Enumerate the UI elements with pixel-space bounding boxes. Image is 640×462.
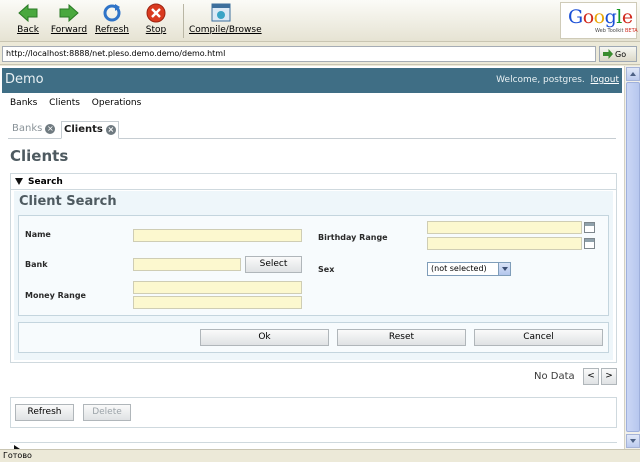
- logo-subtitle: Web Toolkit: [595, 28, 624, 34]
- search-panel-body: Client Search Name Bank Select Money Ran…: [14, 191, 613, 360]
- toolbar-separator: [183, 4, 184, 38]
- go-button[interactable]: Go: [599, 46, 637, 62]
- stop-icon: [145, 3, 167, 23]
- calendar-icon[interactable]: [584, 238, 595, 249]
- search-actions: Ok Reset Cancel: [18, 322, 609, 353]
- scroll-thumb[interactable]: [626, 82, 640, 432]
- bank-label: Bank: [25, 260, 48, 269]
- client-search-title: Client Search: [19, 194, 117, 209]
- close-icon[interactable]: ×: [105, 125, 116, 135]
- app-title: Demo: [5, 72, 44, 87]
- menu-item-clients[interactable]: Clients: [49, 98, 80, 108]
- page-title: Clients: [10, 147, 69, 165]
- logout-link[interactable]: logout: [591, 75, 619, 85]
- birthday-range-label: Birthday Range: [318, 233, 388, 242]
- scroll-up-icon[interactable]: [626, 67, 640, 81]
- collapsed-panel[interactable]: [10, 442, 617, 449]
- search-panel-header[interactable]: Search: [11, 174, 616, 190]
- back-arrow-icon: [17, 3, 39, 23]
- money-range-label: Money Range: [25, 291, 86, 300]
- money-from-input[interactable]: [133, 281, 302, 294]
- name-input[interactable]: [133, 229, 302, 242]
- refresh-grid-button[interactable]: Refresh: [15, 404, 74, 421]
- forward-arrow-icon: [58, 3, 80, 23]
- page-viewport: Demo Welcome, postgres. logout Banks Cli…: [0, 66, 624, 449]
- app-header: Demo Welcome, postgres. logout: [2, 68, 622, 93]
- vertical-scrollbar[interactable]: [624, 66, 640, 449]
- sex-select[interactable]: (not selected): [427, 262, 511, 276]
- name-label: Name: [25, 230, 51, 239]
- google-web-toolkit-logo: Google Web Toolkit BETA: [560, 2, 638, 39]
- tab-bar: Banks × Clients ×: [8, 120, 616, 139]
- collapse-triangle-icon: [15, 178, 23, 185]
- next-page-button[interactable]: >: [601, 368, 617, 385]
- back-button[interactable]: Back: [8, 3, 48, 35]
- stop-button[interactable]: Stop: [140, 3, 172, 35]
- refresh-button[interactable]: Refresh: [92, 3, 132, 35]
- menu-item-operations[interactable]: Operations: [92, 98, 141, 108]
- refresh-icon: [101, 3, 123, 23]
- ok-button[interactable]: Ok: [200, 329, 329, 346]
- browser-toolbar: Back Forward Refresh Stop Compile/Browse…: [0, 0, 640, 42]
- search-panel: Search Client Search Name Bank Select Mo…: [10, 173, 617, 363]
- compile-browse-button[interactable]: Compile/Browse: [189, 3, 262, 35]
- chevron-down-icon[interactable]: [498, 263, 510, 275]
- cancel-button[interactable]: Cancel: [474, 329, 603, 346]
- status-bar: Готово: [0, 449, 640, 462]
- compile-browse-icon: [210, 3, 232, 23]
- go-arrow-icon: [603, 49, 613, 59]
- url-input[interactable]: http://localhost:8888/net.pleso.demo.dem…: [2, 46, 596, 62]
- tab-banks[interactable]: Banks ×: [10, 121, 57, 139]
- no-data-text: No Data: [534, 371, 575, 382]
- birthday-to-input[interactable]: [427, 237, 582, 250]
- tab-clients[interactable]: Clients ×: [61, 121, 119, 139]
- grid-action-bar: Refresh Delete: [10, 397, 617, 428]
- calendar-icon[interactable]: [584, 222, 595, 233]
- welcome-area: Welcome, postgres. logout: [496, 75, 619, 85]
- money-to-input[interactable]: [133, 296, 302, 309]
- prev-page-button[interactable]: <: [583, 368, 599, 385]
- birthday-from-input[interactable]: [427, 221, 582, 234]
- sex-label: Sex: [318, 265, 335, 274]
- reset-button[interactable]: Reset: [337, 329, 466, 346]
- main-menu: Banks Clients Operations: [10, 98, 150, 108]
- address-bar: http://localhost:8888/net.pleso.demo.dem…: [0, 43, 640, 65]
- google-logo-text: Google: [568, 6, 633, 28]
- welcome-text: Welcome, postgres.: [496, 75, 585, 85]
- bank-input[interactable]: [133, 258, 241, 271]
- bank-select-button[interactable]: Select: [245, 256, 302, 273]
- client-search-form: Name Bank Select Money Range Birthday Ra…: [18, 215, 609, 316]
- forward-button[interactable]: Forward: [49, 3, 89, 35]
- close-icon[interactable]: ×: [45, 124, 56, 134]
- scroll-down-icon[interactable]: [626, 434, 640, 448]
- logo-beta: BETA: [625, 28, 638, 34]
- menu-item-banks[interactable]: Banks: [10, 98, 37, 108]
- delete-button[interactable]: Delete: [83, 404, 131, 421]
